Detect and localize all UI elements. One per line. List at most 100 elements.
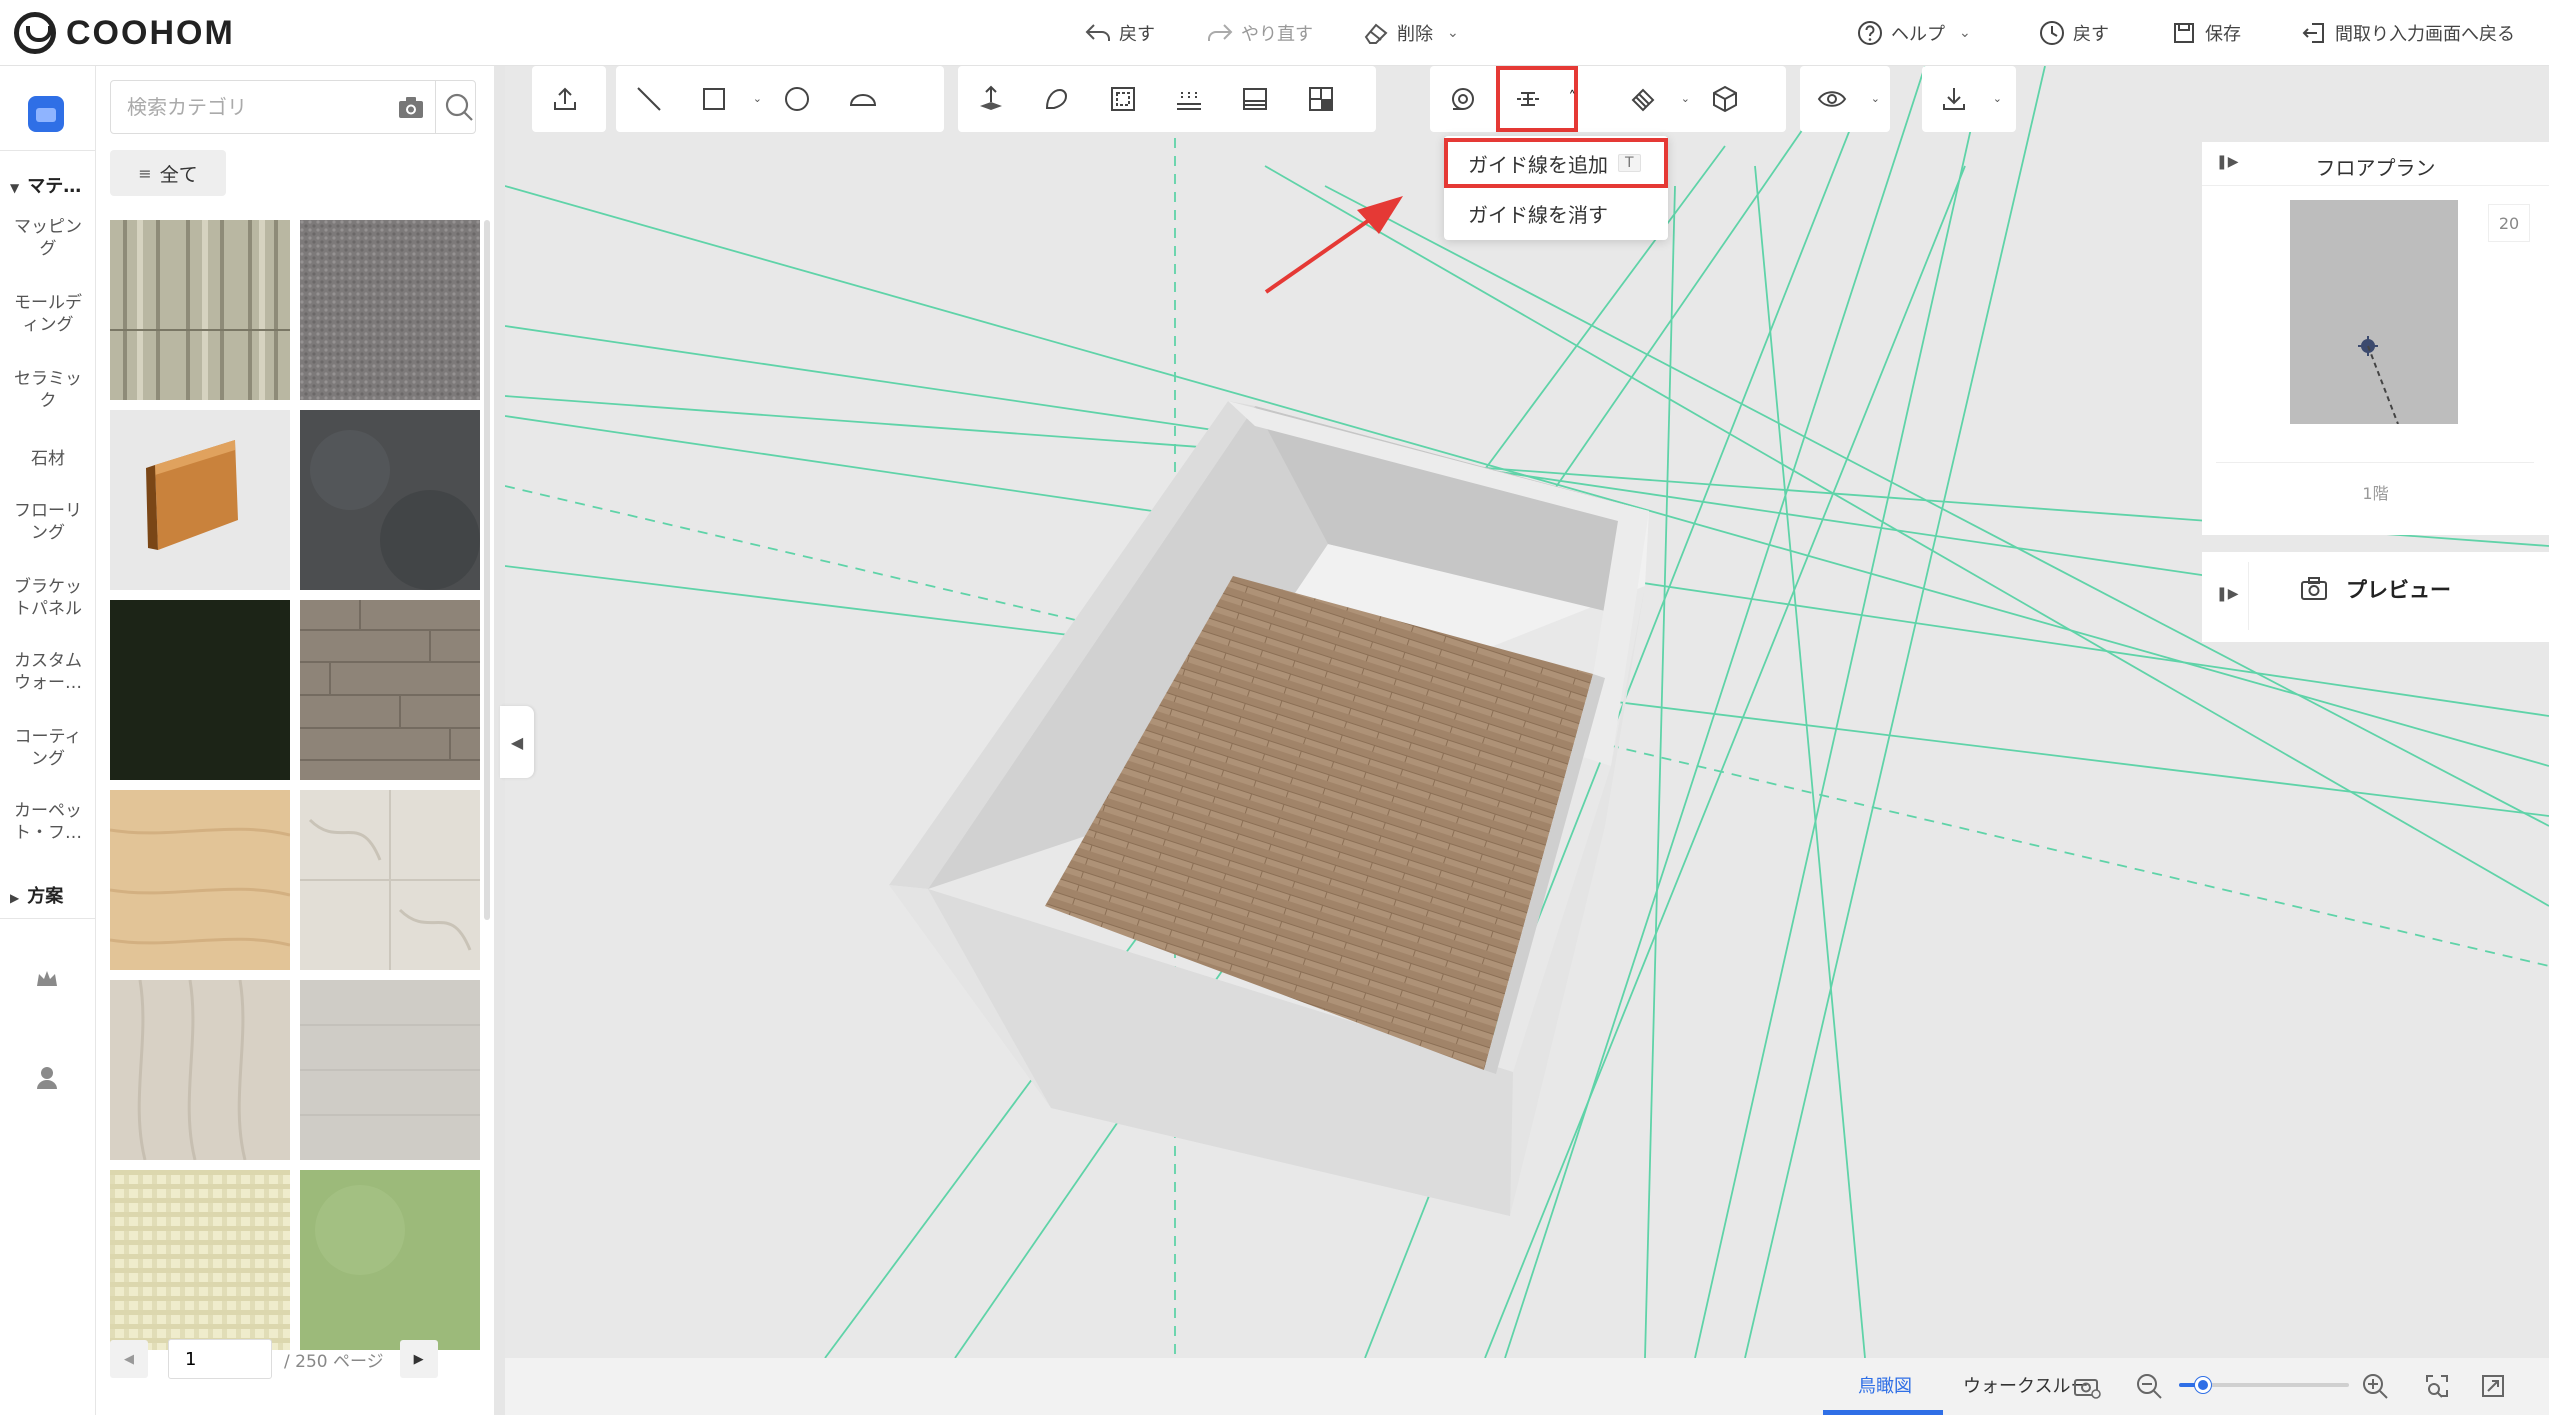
rail-item-custom-wall[interactable]: カスタムウォー…	[0, 650, 96, 694]
rail-item-carpet[interactable]: カーペット・フ…	[0, 800, 96, 844]
circle-tool-button[interactable]	[764, 66, 830, 132]
zoom-slider[interactable]	[2179, 1377, 2349, 1393]
upload-button[interactable]	[532, 66, 598, 132]
active-tab-indicator	[1823, 1410, 1943, 1415]
toolbar-group-upload	[532, 66, 606, 132]
rail-group-plan[interactable]: ▶ 方案	[10, 882, 63, 908]
zoom-in-icon[interactable]	[2361, 1372, 2389, 1400]
redo-button[interactable]: やり直す	[1206, 16, 1313, 50]
history-label: 戻す	[2073, 24, 2109, 45]
zoom-out-icon[interactable]	[2135, 1372, 2163, 1400]
swatch-pale-wood[interactable]	[110, 980, 290, 1160]
help-button[interactable]: ヘルプ ⌄	[1856, 16, 1971, 50]
swatch-weathered-wood[interactable]	[110, 220, 290, 400]
camera-settings-icon[interactable]	[2073, 1372, 2101, 1400]
crown-icon[interactable]	[34, 966, 60, 992]
extrude-button[interactable]	[958, 66, 1024, 132]
swatch-grey-carpet[interactable]	[300, 220, 480, 400]
arc-tool-button[interactable]	[830, 66, 896, 132]
rail-item-mapping[interactable]: マッピング	[0, 216, 96, 260]
zoom-slider-handle[interactable]	[2194, 1377, 2211, 1393]
back-to-floorplan-button[interactable]: 間取り入力画面へ戻る	[2300, 16, 2515, 50]
grid-scrollbar[interactable]	[484, 220, 490, 920]
line-tool-button[interactable]	[616, 66, 682, 132]
floor-label[interactable]: 1階	[2202, 480, 2549, 504]
array-button[interactable]	[1156, 66, 1222, 132]
rotate-surface-icon	[1045, 88, 1068, 109]
upload-icon	[554, 87, 576, 110]
visibility-button[interactable]: ⌄	[1800, 66, 1882, 132]
history-button[interactable]: 戻す	[2038, 16, 2109, 50]
swatch-light-oak[interactable]	[110, 790, 290, 970]
toolbar-group-model	[958, 66, 1376, 132]
tab-birdseye[interactable]: 鳥瞰図	[1858, 1372, 1912, 1398]
search-input[interactable]	[111, 95, 371, 119]
fullscreen-icon[interactable]	[2479, 1372, 2507, 1400]
clock-icon	[2040, 21, 2064, 45]
save-label: 保存	[2205, 24, 2241, 45]
split-button[interactable]	[1288, 66, 1354, 132]
guide-line-button[interactable]: ˄	[1496, 66, 1578, 132]
search-icon[interactable]	[443, 91, 475, 123]
rail-item-bracket-panel[interactable]: ブラケットパネル	[0, 576, 96, 620]
exit-icon	[2302, 23, 2324, 43]
next-page-button[interactable]: ▶	[399, 1340, 438, 1378]
preview-button[interactable]: プレビュー	[2202, 574, 2549, 604]
floorplan-minimap[interactable]	[2290, 200, 2458, 425]
paint-material-button[interactable]: ⌄	[1610, 66, 1692, 132]
swatch-white-marble[interactable]	[300, 790, 480, 970]
save-icon	[2174, 23, 2194, 43]
floorplan-panel: ❚▶ フロアプラン 20 1階	[2202, 142, 2549, 535]
save-button[interactable]: 保存	[2170, 16, 2241, 50]
camera-icon[interactable]	[397, 95, 425, 121]
rail-item-coating[interactable]: コーティング	[0, 726, 96, 770]
category-search	[110, 80, 476, 134]
panel-button[interactable]	[1222, 66, 1288, 132]
page-total: / 250 ページ	[284, 1351, 384, 1372]
minimap-zoom[interactable]: 20	[2488, 204, 2530, 242]
all-filter-button[interactable]: ≡ 全て	[110, 150, 226, 196]
rail-item-flooring[interactable]: フローリング	[0, 500, 96, 544]
swatch-dark-stone[interactable]	[300, 410, 480, 590]
user-icon[interactable]	[34, 1064, 60, 1090]
arc-icon	[849, 94, 877, 106]
material-ball-button[interactable]	[1692, 66, 1758, 132]
coohom-logo[interactable]: COOHOM	[14, 12, 235, 54]
rail-item-stone[interactable]: 石材	[0, 448, 96, 470]
zoom-to-fit-icon[interactable]	[2423, 1372, 2451, 1400]
remove-guide-line-item[interactable]: ガイド線を消す	[1444, 188, 1668, 238]
delete-label: 削除	[1397, 24, 1433, 45]
help-icon	[1858, 21, 1882, 45]
swatch-dark-green[interactable]	[110, 600, 290, 780]
rotate-surface-button[interactable]	[1024, 66, 1090, 132]
rail-item-molding[interactable]: モールディング	[0, 292, 96, 336]
rail-item-ceramic[interactable]: セラミック	[0, 368, 96, 412]
delete-button[interactable]: 削除 ⌄	[1362, 16, 1459, 50]
swatch-wood-baseboard[interactable]	[110, 410, 290, 590]
guide-line-icon	[1517, 92, 1539, 106]
swatch-beige-check[interactable]	[110, 1170, 290, 1350]
shortcut-key: T	[1618, 154, 1641, 172]
material-panel: ≡ 全て	[96, 66, 494, 1415]
swatch-grey-wood-planks[interactable]	[300, 600, 480, 780]
top-bar: COOHOM 戻す やり直す 削除 ⌄ ヘルプ ⌄ 戻す 保存 間取り入力画面へ…	[0, 0, 2549, 66]
swatch-light-grey-fabric[interactable]	[300, 980, 480, 1160]
tab-walkthrough[interactable]: ウォークスルー	[1963, 1372, 2088, 1398]
page-input[interactable]	[168, 1339, 272, 1379]
rectangle-tool-button[interactable]: ⌄	[682, 66, 764, 132]
toolbar-group-draw: ⌄	[616, 66, 944, 132]
rail-group-material[interactable]: ▼ マテ…	[10, 172, 81, 198]
chevron-up-icon: ˄	[1568, 88, 1577, 106]
redo-icon	[1208, 24, 1233, 41]
add-guide-line-item[interactable]: ガイド線を追加 T	[1444, 138, 1668, 188]
undo-button[interactable]: 戻す	[1084, 16, 1155, 50]
swatch-green-plaster[interactable]	[300, 1170, 480, 1350]
material-library-icon[interactable]	[28, 96, 64, 132]
download-button[interactable]: ⌄	[1922, 66, 2004, 132]
eye-icon	[1817, 91, 1847, 107]
offset-button[interactable]	[1090, 66, 1156, 132]
prev-page-button[interactable]: ◀	[110, 1340, 148, 1378]
tape-measure-button[interactable]	[1430, 66, 1496, 132]
camera-position-icon	[2358, 336, 2399, 425]
collapse-panel-button[interactable]: ◀	[500, 706, 534, 778]
